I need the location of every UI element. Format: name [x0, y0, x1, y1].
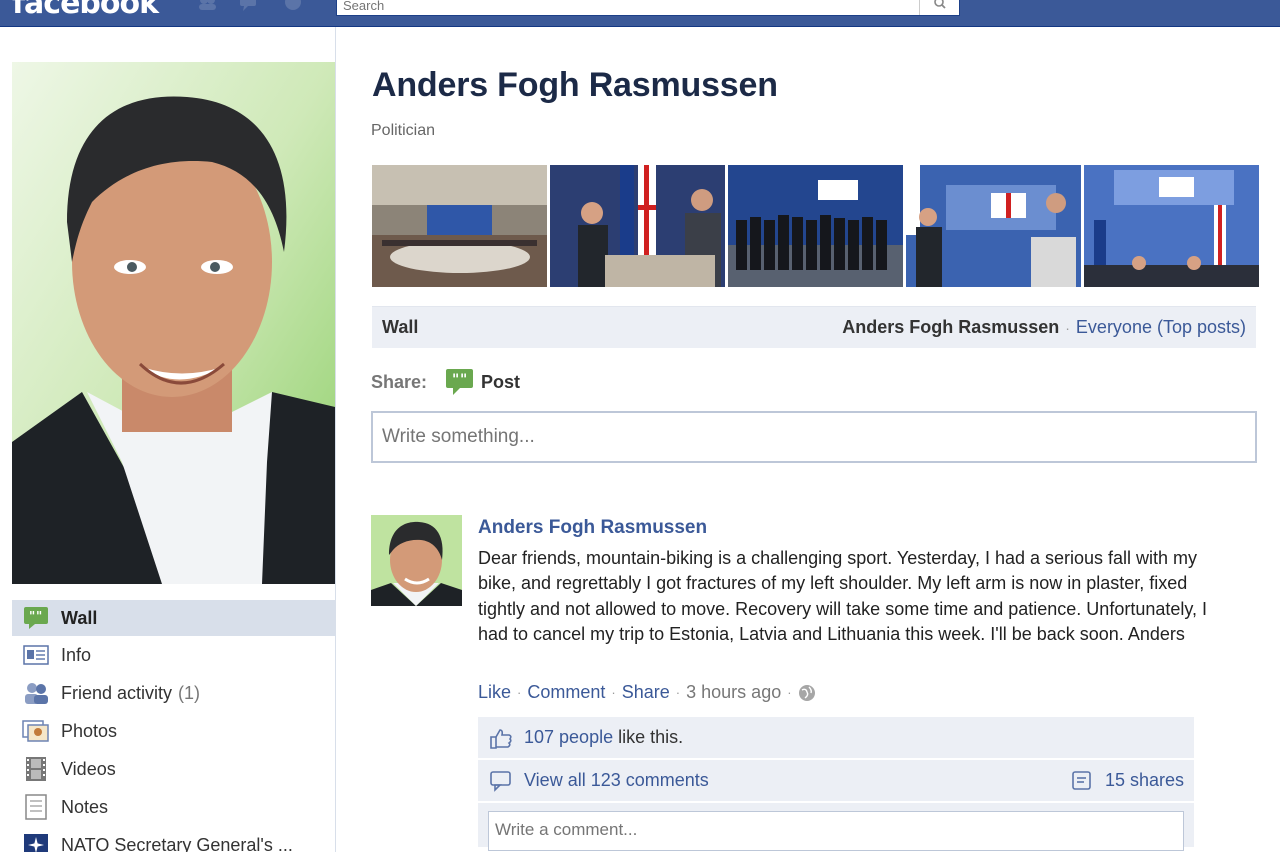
- photo-thumbnail[interactable]: [728, 165, 903, 287]
- photo-thumbnail[interactable]: [906, 165, 1081, 287]
- wall-filter-everyone[interactable]: Everyone (Top posts): [1076, 317, 1246, 338]
- write-something-input[interactable]: [373, 413, 1255, 461]
- search-button[interactable]: [919, 0, 959, 15]
- nav-label: NATO Secretary General's ...: [61, 834, 293, 852]
- comments-row: View all 123 comments 15 shares: [478, 760, 1194, 803]
- left-column-divider: [335, 27, 336, 852]
- nav-label: Wall: [61, 607, 98, 628]
- post-button[interactable]: " " Post: [445, 368, 520, 396]
- view-all-comments-link[interactable]: View all 123 comments: [524, 770, 709, 791]
- photo-thumbnail[interactable]: [1084, 165, 1259, 287]
- profile-picture[interactable]: [12, 62, 335, 584]
- nav-item-nato-secretary-general[interactable]: NATO Secretary General's ...: [12, 826, 335, 852]
- search-input[interactable]: [337, 0, 917, 14]
- notifications-globe-icon[interactable]: [282, 0, 304, 12]
- nav-label: Videos: [61, 758, 116, 779]
- story-author-link[interactable]: Anders Fogh Rasmussen: [478, 517, 707, 539]
- top-bar: facebook: [0, 0, 1280, 27]
- separator-dot: ·: [517, 685, 522, 700]
- film-icon: [22, 757, 50, 781]
- notes-icon: [22, 794, 50, 820]
- wall-header-bar: Wall Anders Fogh Rasmussen · Everyone (T…: [372, 306, 1256, 348]
- search-box: [336, 0, 960, 16]
- nav-item-photos[interactable]: Photos: [12, 712, 335, 750]
- public-globe-icon: [798, 684, 815, 701]
- messages-icon[interactable]: [238, 0, 260, 12]
- friend-activity-count: (1): [178, 682, 201, 703]
- page-title: Anders Fogh Rasmussen: [372, 66, 778, 104]
- story-timestamp[interactable]: 3 hours ago: [686, 682, 781, 703]
- friends-icon: [22, 681, 50, 705]
- nav-item-notes[interactable]: Notes: [12, 788, 335, 826]
- facebook-logo[interactable]: facebook: [12, 0, 159, 21]
- status-composer: [371, 411, 1257, 463]
- likes-people-link[interactable]: 107 people: [524, 727, 613, 748]
- nav-label: Friend activity: [61, 682, 173, 703]
- wall-speech-icon: " ": [22, 606, 50, 630]
- separator-dot: ·: [675, 685, 681, 700]
- share-link[interactable]: Share: [622, 682, 670, 703]
- thumbs-up-icon: [488, 726, 514, 750]
- story-author-avatar[interactable]: [371, 515, 462, 606]
- magnifier-icon: [934, 0, 946, 9]
- write-comment-input[interactable]: [489, 812, 1183, 848]
- left-navigation: " " Wall Info Friend activity (1) Photos …: [12, 600, 335, 852]
- story-actions: Like · Comment · Share · 3 hours ago ·: [478, 682, 816, 703]
- nav-label: Notes: [61, 796, 109, 817]
- photo-thumbnail[interactable]: [372, 165, 547, 287]
- shares-link[interactable]: 15 shares: [1105, 770, 1184, 791]
- likes-suffix: like this.: [613, 727, 684, 747]
- photo-thumbnail[interactable]: [550, 165, 725, 287]
- photos-icon: [22, 719, 50, 743]
- post-speech-icon: " ": [446, 369, 474, 395]
- separator-dot: ·: [787, 685, 792, 700]
- separator-dot: ·: [1065, 319, 1070, 336]
- feedback-box: 107 people like this. View all 123 comme…: [478, 717, 1194, 851]
- shares-icon: [1069, 769, 1095, 793]
- wall-title: Wall: [382, 317, 419, 337]
- post-label: Post: [481, 371, 521, 392]
- svg-text:": ": [452, 372, 459, 388]
- nato-icon: [22, 833, 50, 852]
- nav-item-friend-activity[interactable]: Friend activity (1): [12, 674, 335, 712]
- nav-item-info[interactable]: Info: [12, 636, 335, 674]
- nav-item-videos[interactable]: Videos: [12, 750, 335, 788]
- like-link[interactable]: Like: [478, 682, 511, 703]
- separator-dot: ·: [611, 685, 616, 700]
- comment-bubble-icon: [488, 769, 514, 793]
- comment-link[interactable]: Comment: [527, 682, 605, 703]
- info-icon: [22, 643, 50, 667]
- svg-text:": ": [29, 609, 35, 623]
- comment-box: [488, 811, 1184, 851]
- likes-row: 107 people like this.: [478, 717, 1194, 760]
- nav-label: Photos: [61, 720, 118, 741]
- story-message: Dear friends, mountain-biking is a chall…: [478, 548, 1208, 645]
- svg-text:": ": [460, 372, 467, 388]
- wall-filter-owner[interactable]: Anders Fogh Rasmussen: [842, 317, 1059, 338]
- share-row: Share: " " Post: [371, 368, 520, 396]
- friend-requests-icon[interactable]: [196, 0, 218, 12]
- share-label: Share:: [371, 371, 428, 392]
- nav-item-wall[interactable]: " " Wall: [12, 600, 335, 636]
- comment-composer-row: [478, 803, 1194, 851]
- svg-text:": ": [36, 609, 42, 623]
- photo-strip: [372, 165, 1259, 287]
- page-category: Politician: [371, 122, 436, 139]
- nav-label: Info: [61, 644, 92, 665]
